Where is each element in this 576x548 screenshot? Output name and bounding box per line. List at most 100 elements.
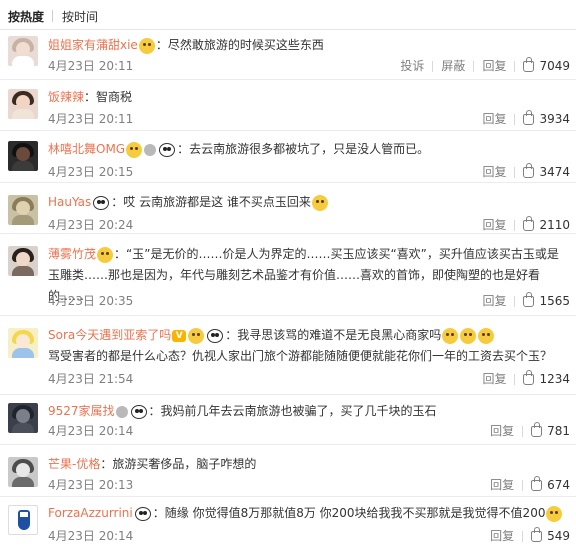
report-button[interactable]: 投诉 (392, 57, 432, 75)
comment-item: 薄雾竹茂 ：“玉”是无价的……价是人为界定的……买玉应该买“喜欢”，买升值应该买古… (0, 234, 576, 316)
comment-actions: 回复 549 (482, 527, 570, 545)
comment-actions: 回复 674 (482, 476, 570, 494)
comment-text: ：我寻思该骂的难道不是无良黑心商家吗 (225, 328, 442, 342)
reply-button[interactable]: 回复 (482, 422, 522, 440)
reply-button[interactable]: 回复 (474, 370, 514, 388)
comment-actions: 回复 781 (482, 422, 570, 440)
timestamp: 4月23日 20:14 (48, 424, 134, 438)
panda-icon (134, 506, 151, 521)
avatar[interactable] (8, 328, 38, 358)
avatar[interactable] (8, 141, 38, 171)
avatar[interactable] (8, 457, 38, 487)
emoji-icon (546, 505, 563, 522)
like-button[interactable]: 674 (523, 476, 570, 494)
thumb-up-icon (523, 57, 535, 72)
thumb-up-icon (531, 476, 543, 491)
username[interactable]: 薄雾竹茂 (48, 247, 96, 261)
emoji-icon (188, 327, 205, 344)
thumb-up-icon (523, 110, 535, 125)
username[interactable]: Sora今天遇到亚索了吗 (48, 328, 171, 342)
emoji-icon (442, 327, 459, 344)
username[interactable]: 姐姐家有蒲甜xie (48, 38, 138, 52)
like-count: 781 (547, 424, 570, 438)
emoji-icon (460, 327, 477, 344)
timestamp: 4月23日 20:15 (48, 165, 134, 179)
avatar[interactable] (8, 246, 38, 276)
timestamp: 4月23日 21:54 (48, 372, 134, 386)
thumb-up-icon (523, 370, 535, 385)
comment-item: 林嘻北舞OMG ：去云南旅游很多都被坑了，只是没人管而已。 4月23日 20:15… (0, 131, 576, 183)
comment-text: ：去云南旅游很多都被坑了，只是没人管而已。 (177, 142, 430, 156)
comment-text-continued: 骂受害者的都是什么心态？仇视人家出门旅个游都能随随便便就能花你们一年的工资去买个… (48, 349, 553, 363)
like-button[interactable]: 3934 (515, 110, 570, 128)
thumb-up-icon (523, 292, 535, 307)
avatar[interactable] (8, 195, 38, 225)
comment-actions: 投诉 屏蔽 回复 7049 (392, 57, 570, 75)
like-count: 674 (547, 478, 570, 492)
reply-button[interactable]: 回复 (474, 292, 514, 310)
comment-item: 饭辣辣：智商税 4月23日 20:11 回复 3934 (0, 80, 576, 131)
comment-item: ForzaAzzurrini ：随缘 你觉得值8万那就值8万 你200块给我我不买… (0, 497, 576, 548)
thumb-up-icon (531, 422, 543, 437)
panda-icon (159, 142, 176, 157)
emoji-icon (97, 246, 114, 263)
reply-button[interactable]: 回复 (482, 476, 522, 494)
username[interactable]: HauYas (48, 195, 91, 209)
username[interactable]: 林嘻北舞OMG (48, 142, 125, 156)
reply-button[interactable]: 回复 (482, 527, 522, 545)
comment-actions: 回复 2110 (474, 216, 570, 234)
emoji-icon (311, 194, 328, 211)
verified-icon: V (172, 329, 187, 342)
like-count: 1565 (539, 294, 570, 308)
comment-actions: 回复 3474 (474, 163, 570, 181)
like-button[interactable]: 781 (523, 422, 570, 440)
reply-button[interactable]: 回复 (474, 163, 514, 181)
sort-divider (52, 10, 53, 22)
like-button[interactable]: 1565 (515, 292, 570, 310)
medal-icon (144, 143, 157, 156)
like-count: 3934 (539, 112, 570, 126)
thumb-up-icon (531, 527, 543, 542)
comment-actions: 回复 1565 (474, 292, 570, 310)
timestamp: 4月23日 20:35 (48, 294, 134, 308)
thumb-up-icon (523, 163, 535, 178)
username[interactable]: 9527家属找 (48, 404, 115, 418)
sort-by-hot-tab[interactable]: 按热度 (8, 8, 44, 25)
comment-text: ：我妈前几年去云南旅游也被骗了，买了几千块的玉石 (148, 404, 437, 418)
timestamp: 4月23日 20:11 (48, 59, 134, 73)
username[interactable]: 芒果-优格 (48, 457, 100, 471)
comment-text: ：哎 云南旅游都是这 谁不买点玉回来 (111, 195, 311, 209)
like-button[interactable]: 7049 (515, 57, 570, 75)
reply-button[interactable]: 回复 (474, 110, 514, 128)
like-button[interactable]: 1234 (515, 370, 570, 388)
block-button[interactable]: 屏蔽 (433, 57, 473, 75)
like-button[interactable]: 2110 (515, 216, 570, 234)
comment-text: ：智商税 (84, 90, 133, 104)
comment-text: ：随缘 你觉得值8万那就值8万 你200块给我我不买那就是我觉得不值200 (152, 506, 546, 520)
like-button[interactable]: 3474 (515, 163, 570, 181)
comment-item: Sora今天遇到亚索了吗 V ：我寻思该骂的难道不是无良黑心商家吗 骂受害者的都是什… (0, 316, 576, 395)
like-count: 1234 (539, 372, 570, 386)
timestamp: 4月23日 20:11 (48, 112, 134, 126)
comment-text: ：旅游买奢侈品，脑子咋想的 (100, 457, 257, 471)
reply-button[interactable]: 回复 (474, 57, 514, 75)
avatar[interactable] (8, 403, 38, 433)
timestamp: 4月23日 20:13 (48, 478, 134, 492)
comment-item: 姐姐家有蒲甜xie ：尽然敢旅游的时候买这些东西 4月23日 20:11 投诉 屏蔽… (0, 30, 576, 80)
avatar[interactable] (8, 36, 38, 66)
like-count: 2110 (539, 218, 570, 232)
emoji-icon (478, 327, 495, 344)
username[interactable]: 饭辣辣 (48, 90, 84, 104)
emoji-icon (138, 37, 155, 54)
comment-actions: 回复 3934 (474, 110, 570, 128)
sort-by-time-tab[interactable]: 按时间 (62, 8, 98, 25)
timestamp: 4月23日 20:24 (48, 218, 134, 232)
avatar[interactable] (8, 505, 38, 535)
medal-icon (115, 405, 128, 418)
sort-bar: 按热度 按时间 (0, 0, 576, 30)
panda-icon (93, 195, 110, 210)
username[interactable]: ForzaAzzurrini (48, 506, 133, 520)
reply-button[interactable]: 回复 (474, 216, 514, 234)
like-button[interactable]: 549 (523, 527, 570, 545)
avatar[interactable] (8, 89, 38, 119)
